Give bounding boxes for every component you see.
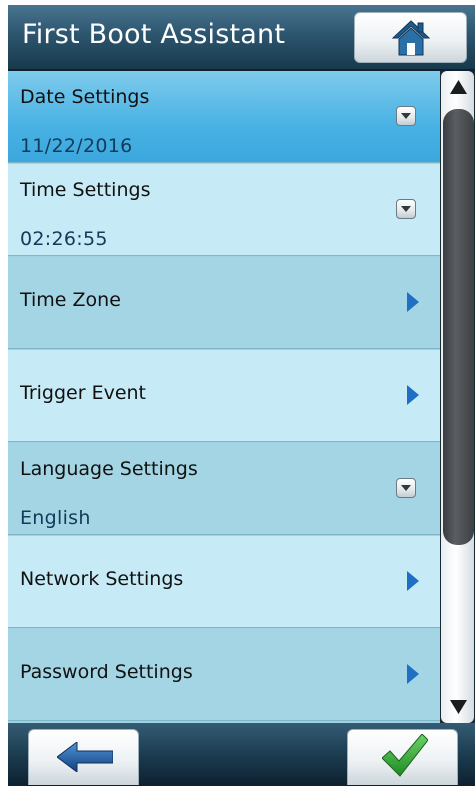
chevron-right-icon [407, 664, 419, 684]
chevron-down-icon [401, 485, 411, 491]
confirm-button[interactable] [347, 729, 458, 785]
device-screen: First Boot Assistant Date Settings 11/22… [8, 5, 475, 786]
scrollbar[interactable] [440, 71, 475, 723]
back-arrow-icon [57, 742, 113, 772]
menu-item-date-settings[interactable]: Date Settings 11/22/2016 [8, 71, 440, 163]
menu-item-network-settings[interactable]: Network Settings [8, 536, 440, 628]
menu-item-value: 02:26:55 [20, 228, 108, 250]
menu-item-label: Language Settings [20, 458, 198, 480]
menu-item-value: English [20, 507, 91, 529]
header-bar: First Boot Assistant [8, 5, 475, 71]
settings-list: Date Settings 11/22/2016 Time Settings 0… [8, 71, 440, 723]
chevron-right-icon [407, 571, 419, 591]
menu-item-label: Network Settings [20, 568, 184, 590]
scrollbar-thumb[interactable] [443, 109, 474, 545]
chevron-right-icon [407, 385, 419, 405]
dropdown-button[interactable] [396, 478, 416, 498]
scroll-down-arrow-icon[interactable] [449, 697, 468, 717]
menu-item-time-zone[interactable]: Time Zone [8, 257, 440, 349]
menu-item-label: Time Settings [20, 179, 151, 201]
home-icon [392, 20, 430, 56]
menu-item-label: Time Zone [20, 289, 121, 311]
menu-item-language-settings[interactable]: Language Settings English [8, 443, 440, 535]
chevron-right-icon [407, 292, 419, 312]
menu-item-label: Password Settings [20, 661, 193, 683]
menu-item-label: Trigger Event [20, 382, 146, 404]
chevron-down-icon [401, 206, 411, 212]
dropdown-button[interactable] [396, 106, 416, 126]
menu-item-password-settings[interactable]: Password Settings [8, 629, 440, 721]
page-title: First Boot Assistant [22, 19, 286, 50]
back-button[interactable] [28, 729, 139, 785]
footer-bar [8, 723, 475, 786]
dropdown-button[interactable] [396, 199, 416, 219]
checkmark-icon [382, 734, 428, 777]
scrollbar-track[interactable] [441, 71, 474, 723]
home-button[interactable] [354, 12, 467, 63]
chevron-down-icon [401, 113, 411, 119]
menu-item-value: 11/22/2016 [20, 135, 133, 157]
scroll-up-arrow-icon[interactable] [449, 77, 468, 97]
menu-item-label: Date Settings [20, 86, 150, 108]
menu-item-time-settings[interactable]: Time Settings 02:26:55 [8, 164, 440, 256]
menu-item-trigger-event[interactable]: Trigger Event [8, 350, 440, 442]
